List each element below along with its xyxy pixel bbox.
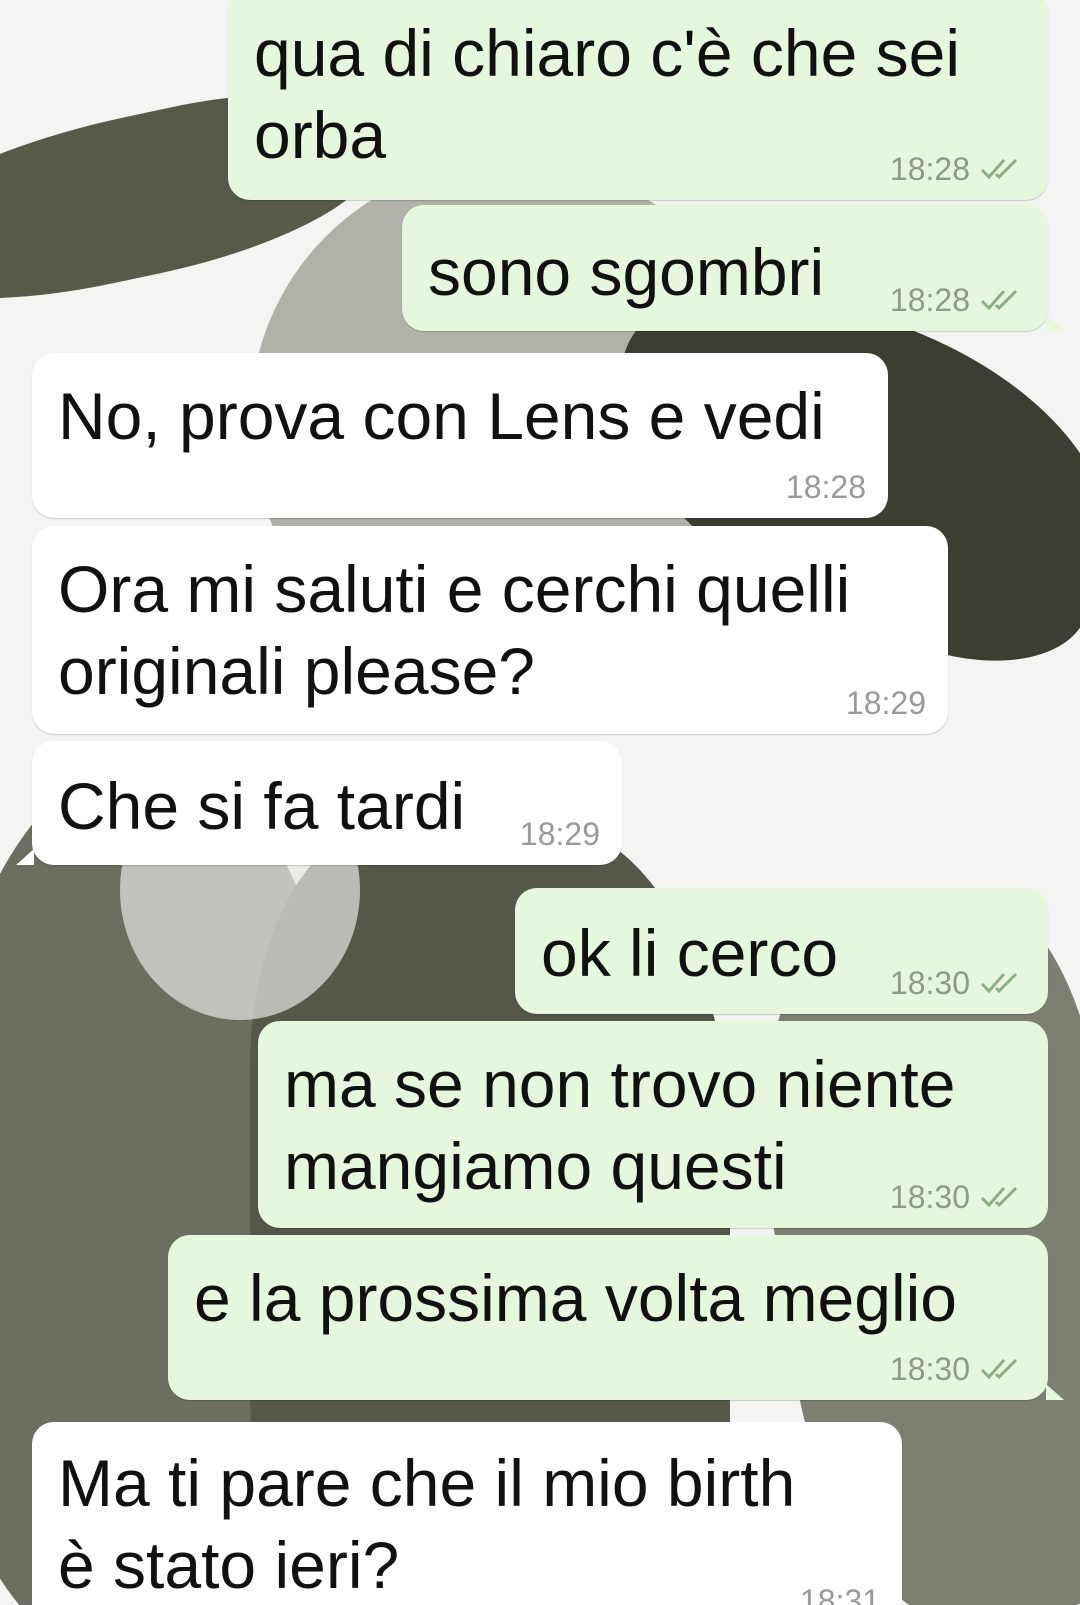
message-text: Ora mi saluti e cerchi quelli originali … (58, 552, 851, 708)
message-meta: 18:31 (800, 1584, 880, 1605)
message-bubble-outgoing[interactable]: ma se non trovo niente mangiamo questi 1… (258, 1021, 1048, 1228)
message-bubble-outgoing[interactable]: sono sgombri 18:28 (402, 205, 1064, 331)
message-meta: 18:29 (846, 686, 926, 720)
message-meta: 18:29 (520, 817, 600, 851)
message-meta: 18:30 (890, 1180, 1026, 1214)
message-bubble-outgoing[interactable]: e la prossima volta meglio 18:30 (168, 1235, 1064, 1400)
message-time: 18:28 (889, 282, 970, 318)
message-list[interactable]: qua di chiaro c'è che sei orba 18:28 son… (0, 0, 1080, 1605)
message-time: 18:29 (845, 685, 926, 721)
message-bubble-outgoing[interactable]: qua di chiaro c'è che sei orba 18:28 (228, 0, 1048, 200)
message-meta: 18:28 (786, 470, 866, 504)
message-text: e la prossima volta meglio (194, 1261, 957, 1335)
double-check-icon (980, 289, 1018, 311)
message-bubble-outgoing[interactable]: ok li cerco 18:30 (515, 888, 1048, 1014)
message-bubble-incoming[interactable]: Ma ti pare che il mio birth è stato ieri… (32, 1422, 902, 1605)
message-meta: 18:30 (890, 966, 1026, 1000)
message-meta: 18:30 (890, 1352, 1026, 1386)
message-time: 18:31 (799, 1583, 880, 1605)
message-bubble-incoming[interactable]: Ora mi saluti e cerchi quelli originali … (32, 526, 948, 734)
double-check-icon (980, 1186, 1018, 1208)
message-bubble-incoming[interactable]: No, prova con Lens e vedi 18:28 (32, 353, 888, 518)
double-check-icon (980, 1358, 1018, 1380)
message-time: 18:30 (889, 1179, 970, 1215)
message-text: Che si fa tardi (58, 769, 466, 843)
message-time: 18:28 (889, 151, 970, 187)
message-meta: 18:28 (890, 152, 1026, 186)
message-text: Ma ti pare che il mio birth è stato ieri… (58, 1446, 796, 1602)
message-bubble-incoming[interactable]: Che si fa tardi 18:29 (16, 741, 622, 865)
message-meta: 18:28 (890, 283, 1026, 317)
message-text: No, prova con Lens e vedi (58, 379, 825, 453)
message-time: 18:29 (519, 816, 600, 852)
double-check-icon (980, 158, 1018, 180)
message-time: 18:30 (889, 1351, 970, 1387)
double-check-icon (980, 972, 1018, 994)
message-time: 18:30 (889, 965, 970, 1001)
message-time: 18:28 (785, 469, 866, 505)
